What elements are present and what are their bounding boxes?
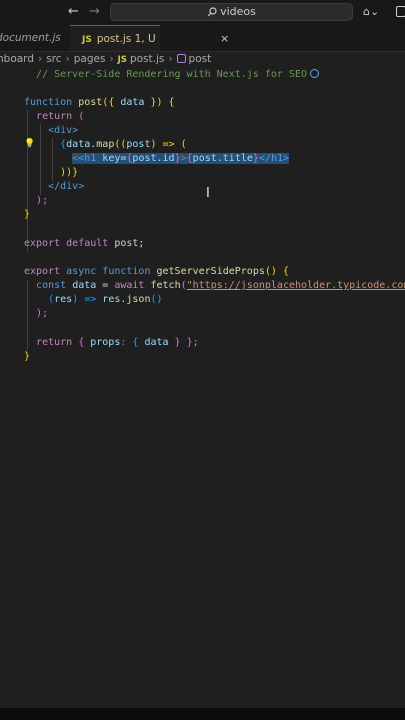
globe-icon xyxy=(309,69,319,78)
code-line: <div> xyxy=(48,125,79,136)
layout-icon[interactable] xyxy=(396,6,405,17)
code-line: export default post; xyxy=(24,238,145,249)
chevron-right-icon: › xyxy=(65,53,70,65)
javascript-file-icon: JS xyxy=(82,35,92,45)
tab-label: document.js xyxy=(0,32,61,44)
command-center-search[interactable]: videos xyxy=(110,3,353,21)
code-line: </div> xyxy=(48,181,85,192)
code-line: ))} xyxy=(60,167,79,178)
search-icon xyxy=(207,7,217,17)
code-line: ); xyxy=(36,195,49,206)
code-line: function post({ data }) { xyxy=(24,97,175,108)
code-line: const data = await fetch("https://jsonpl… xyxy=(36,280,405,291)
chevron-right-icon: › xyxy=(109,53,114,65)
code-line: // Server-Side Rendering with Next.js fo… xyxy=(24,68,319,82)
tab-label: post.js 1, U xyxy=(96,33,156,45)
chevron-right-icon: › xyxy=(168,53,173,65)
breadcrumb-item[interactable]: src xyxy=(46,53,61,65)
search-label: videos xyxy=(220,5,256,18)
chevron-right-icon: › xyxy=(37,53,43,65)
code-line: (res) => res.json() xyxy=(48,294,163,305)
code-action-lightbulb-icon[interactable]: 💡 xyxy=(24,139,35,149)
breadcrumb-item[interactable]: pages xyxy=(74,53,106,65)
breadcrumb-item[interactable]: post.js xyxy=(130,53,164,65)
code-line-selected: <<h1 key={post.id}>{post.title}</h1> xyxy=(72,153,290,164)
close-tab-icon[interactable]: × xyxy=(220,26,229,52)
code-line: return ( xyxy=(36,111,85,122)
code-editor[interactable]: // Server-Side Rendering with Next.js fo… xyxy=(0,67,405,707)
breadcrumb: nboard › src › pages › JS post.js › post xyxy=(0,53,211,67)
title-bar: ← → videos ⌂⌄ xyxy=(0,0,405,25)
tab-post-js[interactable]: JS post.js 1, U × xyxy=(70,25,229,51)
tab-bar: document.js JS post.js 1, U × xyxy=(0,25,405,52)
symbol-function-icon xyxy=(176,54,186,63)
editor-window: ← → videos ⌂⌄ document.js JS post.js 1, U… xyxy=(0,0,405,720)
code-line: {data.map((post) => ( xyxy=(60,139,187,150)
javascript-file-icon: JS xyxy=(117,55,127,65)
code-line: export async function getServerSideProps… xyxy=(24,266,289,277)
text-cursor-icon: I xyxy=(206,186,210,201)
breadcrumb-item[interactable]: post xyxy=(189,53,212,65)
copilot-icon[interactable]: ⌂⌄ xyxy=(363,5,379,18)
breadcrumb-item[interactable]: nboard xyxy=(0,53,34,65)
code-line: } xyxy=(24,351,31,362)
screen-bottom-edge xyxy=(0,708,405,720)
code-line: } xyxy=(24,209,31,220)
code-line: return { props: { data } }; xyxy=(36,337,199,348)
forward-arrow-icon[interactable]: → xyxy=(89,4,100,19)
back-arrow-icon[interactable]: ← xyxy=(68,4,79,19)
tab-document-js[interactable]: document.js xyxy=(0,25,72,51)
code-line: ); xyxy=(36,308,49,319)
